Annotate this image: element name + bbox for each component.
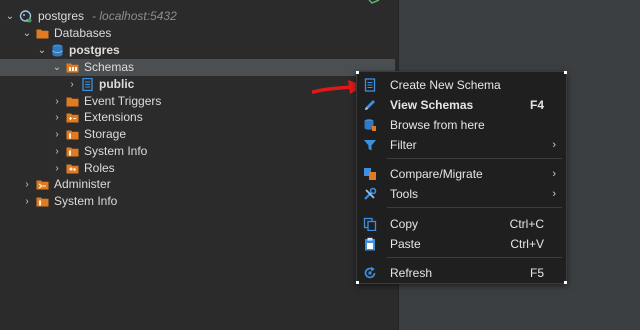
chevron-down-icon[interactable]: ⌄ bbox=[5, 8, 15, 25]
refresh-icon bbox=[364, 266, 376, 279]
tree-node-administer[interactable]: › Administer bbox=[0, 176, 398, 193]
roles-folder-icon bbox=[66, 164, 79, 174]
submenu-arrow-icon: › bbox=[552, 139, 556, 151]
menu-corner-marker bbox=[564, 71, 567, 74]
chevron-right-icon[interactable]: › bbox=[22, 176, 32, 193]
postgresql-elephant-icon bbox=[19, 10, 32, 23]
filter-icon bbox=[364, 140, 376, 151]
chevron-right-icon[interactable]: › bbox=[52, 93, 62, 110]
folder-icon bbox=[36, 29, 49, 39]
menu-label: Create New Schema bbox=[390, 78, 501, 92]
chevron-right-icon[interactable]: › bbox=[52, 109, 62, 126]
tree-label-public: public bbox=[99, 77, 135, 91]
menu-item-compare-migrate[interactable]: Compare/Migrate › bbox=[357, 164, 566, 184]
menu-shortcut: Ctrl+C bbox=[509, 217, 544, 231]
menu-label: Copy bbox=[390, 217, 419, 231]
panel-corner-icon bbox=[368, 0, 380, 4]
chevron-down-icon[interactable]: ⌄ bbox=[37, 42, 47, 59]
paste-icon bbox=[365, 237, 375, 251]
tree-label-administer: Administer bbox=[54, 177, 111, 191]
chevron-right-icon[interactable]: › bbox=[52, 126, 62, 143]
system-info-folder-icon bbox=[36, 197, 49, 207]
menu-shortcut: F5 bbox=[529, 266, 544, 280]
tree-node-system-info-db[interactable]: › System Info bbox=[0, 143, 398, 160]
chevron-right-icon[interactable]: › bbox=[22, 193, 32, 210]
menu-shortcut: Ctrl+V bbox=[510, 237, 544, 251]
chevron-right-icon[interactable]: › bbox=[52, 143, 62, 160]
tree-label-databases: Databases bbox=[54, 26, 112, 40]
tree-label-system-info: System Info bbox=[84, 144, 148, 158]
connection-host: - localhost:5432 bbox=[92, 9, 177, 23]
compare-migrate-icon bbox=[364, 168, 376, 180]
submenu-arrow-icon: › bbox=[552, 168, 556, 180]
tree-label-storage: Storage bbox=[84, 127, 127, 141]
tree-label-database-postgres: postgres bbox=[69, 43, 120, 57]
system-info-folder-icon bbox=[66, 147, 79, 157]
menu-label: Paste bbox=[390, 237, 421, 251]
tools-icon bbox=[364, 187, 377, 200]
tree-label-schemas: Schemas bbox=[84, 60, 135, 74]
menu-corner-marker bbox=[356, 281, 359, 284]
chevron-down-icon[interactable]: ⌄ bbox=[22, 25, 32, 42]
schema-icon bbox=[82, 78, 93, 91]
tree-node-connection-postgres[interactable]: ⌄ postgres - localhost:5432 bbox=[0, 8, 398, 25]
tree-node-system-info-root[interactable]: › System Info bbox=[0, 193, 398, 210]
tree-label-extensions: Extensions bbox=[84, 110, 143, 124]
tree-label-event-triggers: Event Triggers bbox=[84, 94, 162, 108]
menu-separator bbox=[387, 207, 562, 208]
tree-node-databases[interactable]: ⌄ Databases bbox=[0, 25, 398, 42]
storage-folder-icon bbox=[66, 130, 79, 140]
menu-separator bbox=[387, 158, 562, 159]
chevron-down-icon[interactable]: ⌄ bbox=[52, 59, 62, 76]
folder-icon bbox=[66, 97, 79, 107]
menu-label: Filter bbox=[390, 138, 417, 152]
pencil-icon bbox=[365, 100, 375, 110]
menu-corner-marker bbox=[564, 281, 567, 284]
chevron-right-icon[interactable]: › bbox=[67, 76, 77, 93]
tree-node-extensions[interactable]: › Extensions bbox=[0, 109, 398, 126]
tree-node-schemas[interactable]: ⌄ Schemas bbox=[0, 59, 395, 76]
database-navigator: ⌄ postgres - localhost:5432 ⌄ Databases ⌄… bbox=[0, 0, 398, 330]
menu-separator bbox=[387, 257, 562, 258]
extensions-folder-icon bbox=[66, 113, 79, 123]
schemas-folder-icon bbox=[66, 63, 79, 73]
menu-label: Refresh bbox=[390, 266, 433, 280]
tree-label-system-info-root: System Info bbox=[54, 194, 118, 208]
menu-corner-marker bbox=[356, 71, 359, 74]
menu-item-filter[interactable]: Filter › bbox=[357, 135, 566, 155]
context-menu: Create New Schema View Schemas F4 Browse… bbox=[356, 71, 567, 284]
browse-database-icon bbox=[364, 119, 376, 131]
tree-node-database-postgres[interactable]: ⌄ postgres bbox=[0, 42, 398, 59]
menu-item-paste[interactable]: Paste Ctrl+V bbox=[357, 234, 566, 254]
copy-icon bbox=[363, 217, 377, 231]
administer-folder-icon bbox=[36, 180, 49, 190]
tree-label-roles: Roles bbox=[84, 161, 115, 175]
tree-node-storage[interactable]: › Storage bbox=[0, 126, 398, 143]
tree-node-roles[interactable]: › Roles bbox=[0, 160, 398, 177]
menu-item-create-new-schema[interactable]: Create New Schema bbox=[357, 75, 566, 95]
database-icon bbox=[52, 44, 63, 57]
chevron-right-icon[interactable]: › bbox=[52, 160, 62, 177]
menu-label: View Schemas bbox=[390, 98, 474, 112]
menu-item-refresh[interactable]: Refresh F5 bbox=[357, 263, 566, 283]
menu-item-browse-from-here[interactable]: Browse from here bbox=[357, 115, 566, 135]
connection-name: postgres bbox=[38, 9, 85, 23]
menu-item-view-schemas[interactable]: View Schemas F4 bbox=[357, 95, 566, 115]
menu-shortcut: F4 bbox=[529, 98, 544, 112]
menu-item-copy[interactable]: Copy Ctrl+C bbox=[357, 214, 566, 234]
menu-label: Compare/Migrate bbox=[390, 167, 483, 181]
menu-label: Browse from here bbox=[390, 118, 485, 132]
submenu-arrow-icon: › bbox=[552, 188, 556, 200]
create-schema-icon bbox=[364, 78, 376, 92]
menu-item-tools[interactable]: Tools › bbox=[357, 184, 566, 204]
menu-label: Tools bbox=[390, 187, 419, 201]
